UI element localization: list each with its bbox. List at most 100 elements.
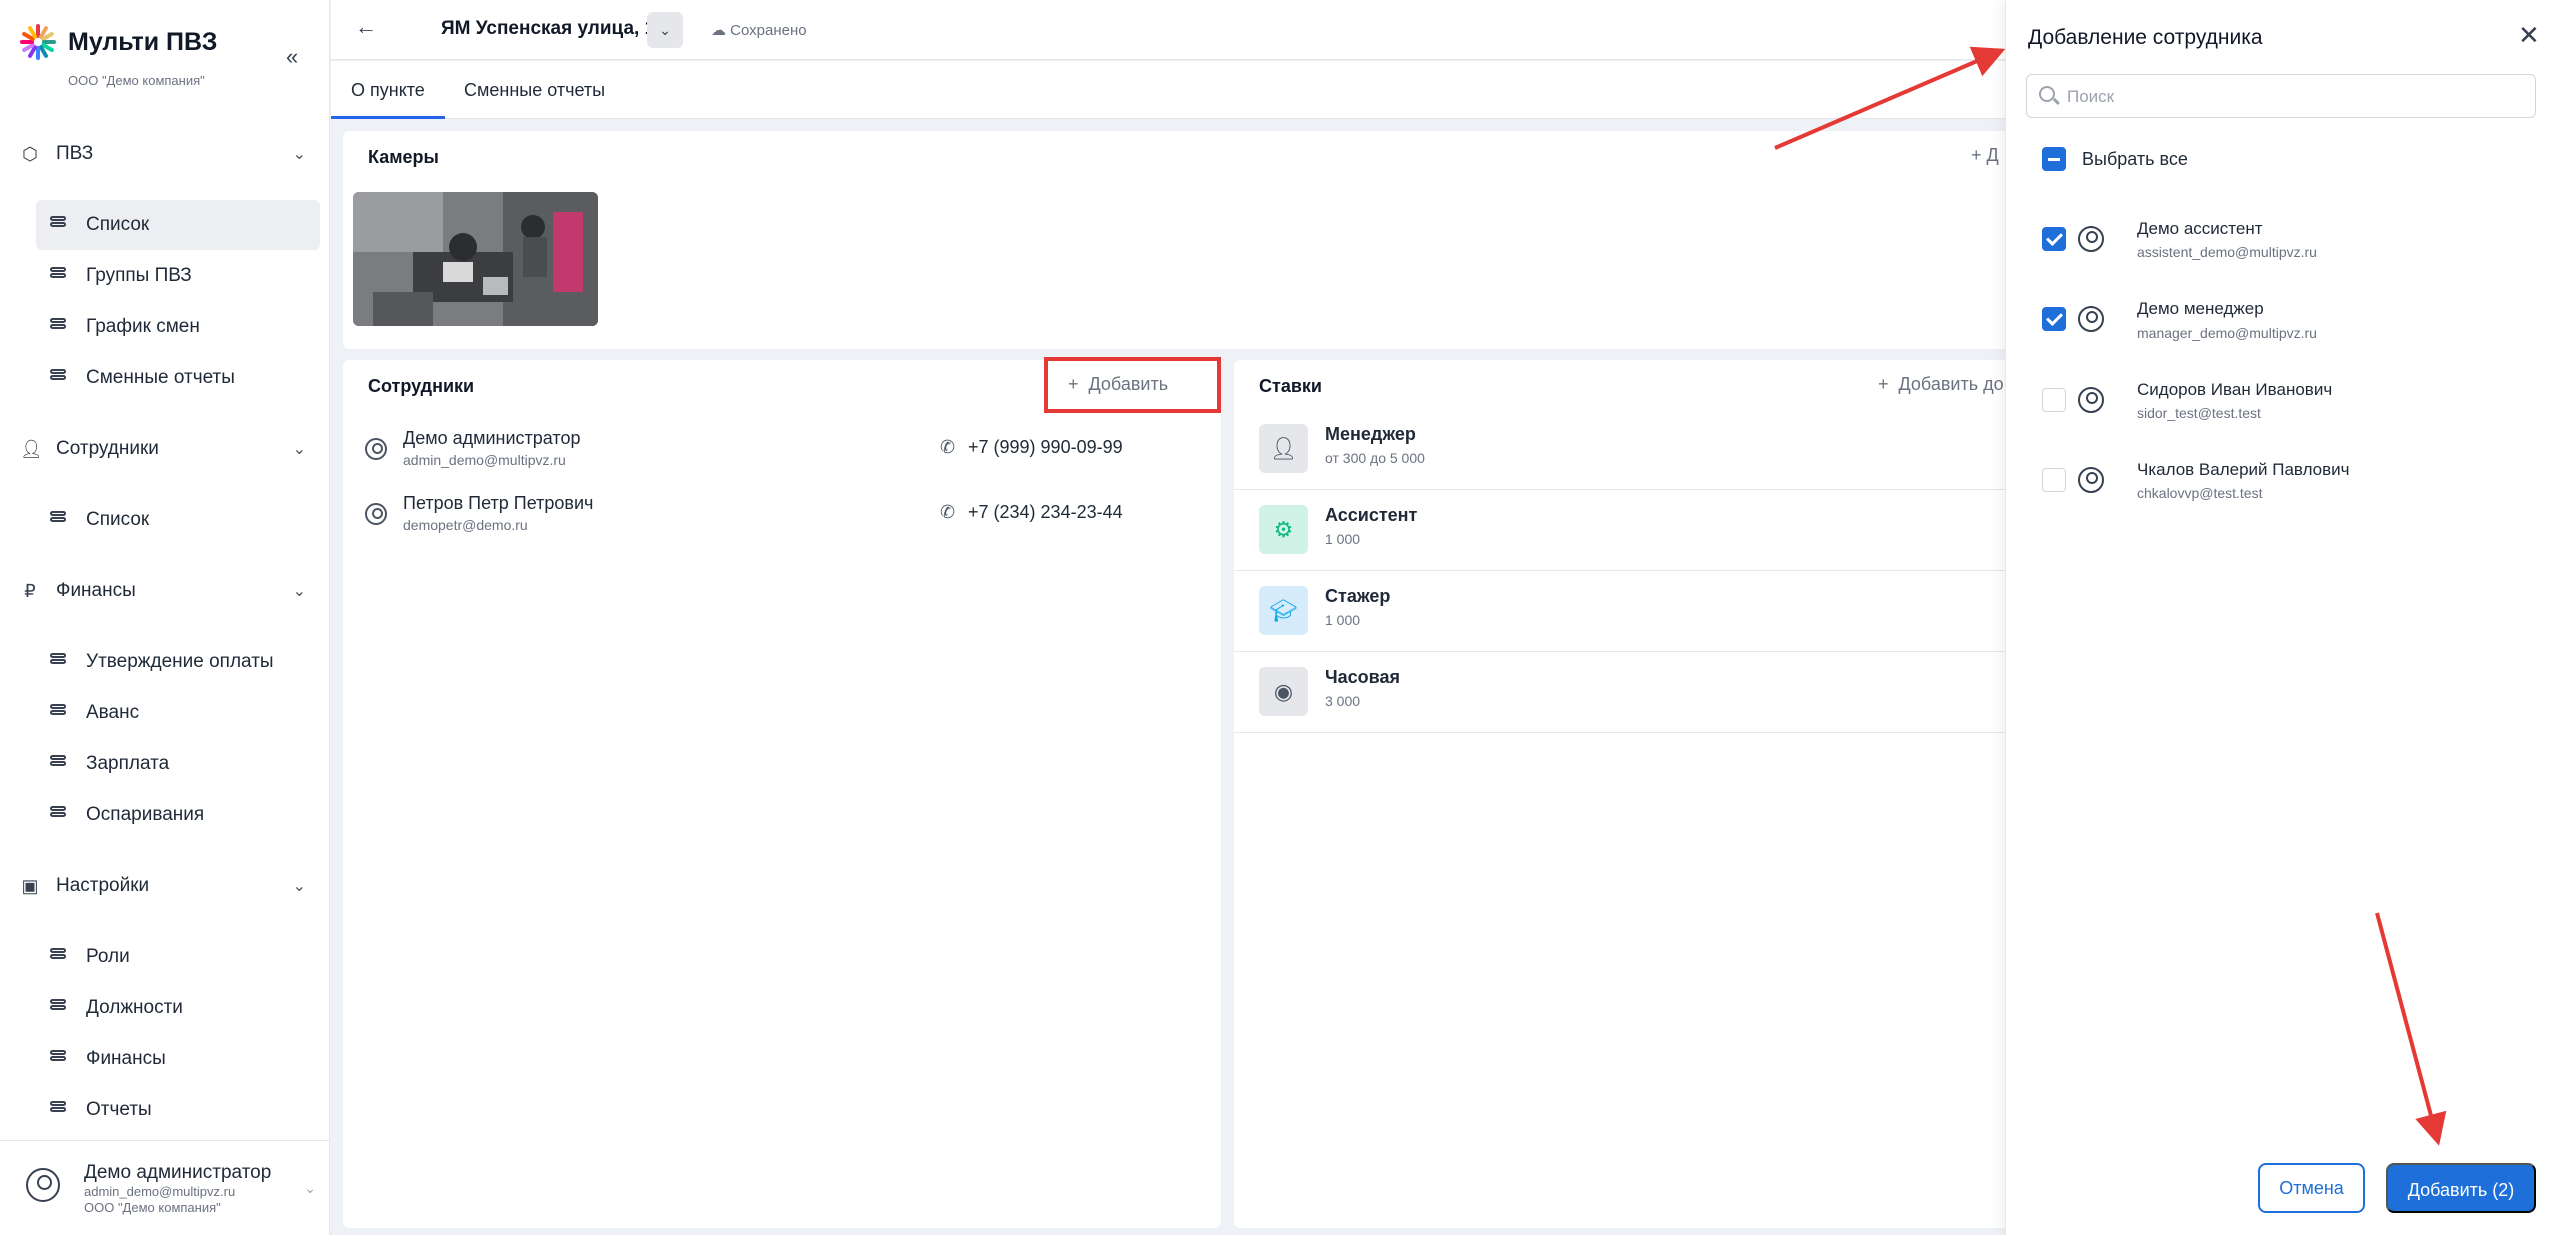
sidebar-item-label: Группы ПВЗ (86, 265, 192, 286)
candidate-name: Демо менеджер (2137, 299, 2264, 318)
panel-title: Добавление сотрудника (2028, 26, 2263, 49)
list-item[interactable]: 👤︎ Менеджер от 300 до 5 000 (1234, 409, 2014, 490)
list-item[interactable]: ⚙ Ассистент 1 000 (1234, 490, 2014, 571)
sidebar-item-label: Должности (86, 997, 183, 1018)
avatar (26, 1168, 60, 1202)
sidebar-item-label: Роли (86, 946, 130, 967)
save-status: ☁ Сохранено (711, 21, 807, 39)
sidebar-item-label: Утверждение оплаты (86, 651, 274, 672)
employee-email: demopetr@demo.ru (403, 517, 528, 533)
sidebar-item-payment-approval[interactable]: Утверждение оплаты (36, 637, 320, 687)
rate-value: от 300 до 5 000 (1325, 450, 1425, 466)
search-field (2026, 74, 2536, 118)
rate-name: Менеджер (1325, 424, 1416, 444)
app-logo[interactable]: Мульти ПВЗ (18, 22, 217, 62)
add-camera-button[interactable]: + Д (1971, 145, 1999, 166)
logo-icon (20, 24, 56, 60)
employee-email: admin_demo@multipvz.ru (403, 452, 566, 468)
cube-icon: ⬡ (22, 143, 38, 164)
user-email: admin_demo@multipvz.ru (84, 1184, 236, 1199)
sidebar-item-shift-reports[interactable]: Сменные отчеты (36, 353, 320, 403)
candidate-name: Чкалов Валерий Павлович (2137, 460, 2350, 479)
annotation-highlight-box (1044, 357, 1221, 413)
sidebar-item-label: Финансы (86, 1048, 166, 1069)
clipboard-icon: ▣ (21, 875, 39, 896)
point-select-button[interactable]: ⌄ (647, 12, 683, 48)
cloud-icon: ☁ (711, 22, 726, 39)
sidebar-item-employees-list[interactable]: Список (36, 495, 320, 545)
person-icon: 👤︎ (20, 438, 43, 459)
list-icon (50, 1101, 66, 1119)
candidate-checkbox[interactable] (2042, 468, 2066, 492)
sidebar-section-employees[interactable]: 👤︎ Сотрудники ⌄ (20, 431, 310, 467)
person-circle-icon (2078, 306, 2104, 332)
tab-about[interactable]: О пункте (331, 61, 445, 119)
sidebar-section-pvz[interactable]: ⬡ ПВЗ ⌄ (20, 136, 310, 172)
sidebar-item-label: Список (86, 214, 150, 235)
candidate-checkbox[interactable] (2042, 307, 2066, 331)
sidebar-item-label: Аванс (86, 702, 140, 723)
chevron-down-icon: ⌄ (304, 1180, 316, 1196)
person-circle-icon: ◉ (1259, 667, 1308, 716)
ruble-icon: ₽ (24, 580, 36, 601)
person-circle-icon (365, 438, 387, 460)
sidebar-item-pvz-list[interactable]: Список (36, 200, 320, 250)
user-name: Демо администратор (84, 1162, 272, 1183)
chevron-down-icon: ⌄ (292, 583, 306, 600)
rate-name: Стажер (1325, 586, 1391, 606)
camera-thumbnail[interactable] (353, 192, 598, 326)
back-arrow-icon[interactable]: ← (355, 14, 377, 40)
employee-phone: +7 (999) 990-09-99 (968, 437, 1123, 457)
sidebar-item-salary[interactable]: Зарплата (36, 739, 320, 789)
plus-icon: + (1878, 374, 1889, 394)
chevron-down-icon: ⌄ (659, 22, 671, 38)
table-row[interactable]: Петров Петр Петрович demopetr@demo.ru ✆ … (365, 493, 1215, 553)
select-all-checkbox[interactable] (2042, 147, 2066, 171)
sidebar-item-label: Оспаривания (86, 804, 205, 825)
cancel-button[interactable]: Отмена (2258, 1163, 2365, 1213)
sidebar-item-label: Отчеты (86, 1099, 152, 1120)
add-rate-label: Добавить до (1898, 374, 2004, 394)
sidebar-section-label: Настройки (56, 875, 150, 896)
sidebar-item-advance[interactable]: Аванс (36, 688, 320, 738)
list-item[interactable]: ◉ Часовая 3 000 (1234, 652, 2014, 733)
sidebar-item-disputes[interactable]: Оспаривания (36, 790, 320, 840)
sidebar-item-roles[interactable]: Роли (36, 932, 320, 982)
sidebar-section-settings[interactable]: ▣ Настройки ⌄ (20, 868, 310, 904)
chevron-down-icon: ⌄ (292, 441, 306, 458)
sidebar-item-reports[interactable]: Отчеты (36, 1085, 320, 1135)
chevron-down-icon: ⌄ (292, 146, 306, 163)
sidebar-section-finance[interactable]: ₽ Финансы ⌄ (20, 573, 310, 609)
collapse-sidebar-icon[interactable]: « (286, 44, 298, 70)
search-input[interactable] (2067, 83, 2527, 111)
candidate-checkbox[interactable] (2042, 227, 2066, 251)
list-icon (50, 369, 66, 387)
candidate-checkbox[interactable] (2042, 388, 2066, 412)
table-row[interactable]: Демо администратор admin_demo@multipvz.r… (365, 428, 1215, 488)
list-icon (50, 806, 66, 824)
add-selected-button[interactable]: Добавить (2) (2386, 1163, 2536, 1213)
sidebar-item-shift-schedule[interactable]: График смен (36, 302, 320, 352)
sidebar-item-positions[interactable]: Должности (36, 983, 320, 1033)
select-all-label: Выбрать все (2082, 149, 2188, 169)
sidebar-item-pvz-groups[interactable]: Группы ПВЗ (36, 251, 320, 301)
person-circle-icon (365, 503, 387, 525)
sidebar-section-label: Финансы (56, 580, 136, 601)
app-org: ООО "Демо компания" (68, 73, 205, 88)
employee-phone: +7 (234) 234-23-44 (968, 502, 1123, 522)
list-item[interactable]: 🎓︎ Стажер 1 000 (1234, 571, 2014, 652)
sidebar-section-label: ПВЗ (56, 143, 94, 164)
person-settings-icon: ⚙ (1259, 505, 1308, 554)
rate-name: Часовая (1325, 667, 1401, 687)
list-icon (50, 948, 66, 966)
tab-shift-reports[interactable]: Сменные отчеты (444, 61, 625, 119)
sidebar-item-settings-finance[interactable]: Финансы (36, 1034, 320, 1084)
person-circle-icon (2078, 226, 2104, 252)
current-user-menu[interactable]: Демо администратор admin_demo@multipvz.r… (26, 1160, 316, 1220)
user-org: ООО "Демо компания" (84, 1200, 221, 1215)
close-icon[interactable]: ✕ (2518, 20, 2540, 51)
rates-title: Ставки (1259, 376, 1322, 396)
add-rate-button[interactable]: + Добавить до (1878, 374, 2004, 395)
candidate-name: Сидоров Иван Иванович (2137, 380, 2333, 399)
employee-name: Демо администратор (403, 428, 581, 448)
